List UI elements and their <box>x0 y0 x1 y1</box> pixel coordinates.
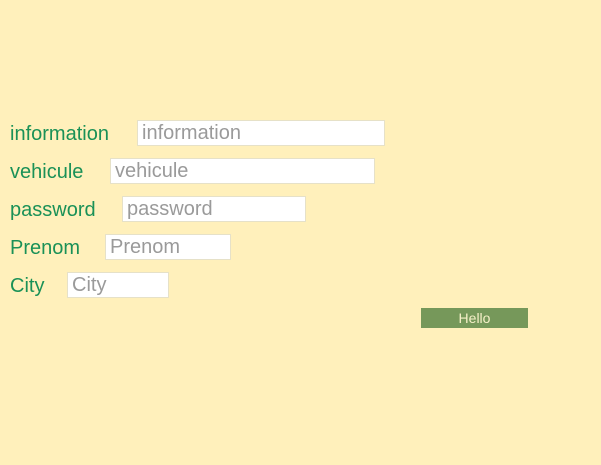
vehicule-label: vehicule <box>10 161 84 183</box>
city-label: City <box>10 275 45 297</box>
prenom-input[interactable] <box>105 234 231 260</box>
form-row-password: password <box>10 196 306 224</box>
form-row-vehicule: vehicule <box>10 158 375 186</box>
information-label: information <box>10 123 109 145</box>
prenom-label: Prenom <box>10 237 81 259</box>
form-row-prenom: Prenom <box>10 234 231 262</box>
form-row-information: information <box>10 120 385 148</box>
information-input[interactable] <box>137 120 385 146</box>
form-row-city: City <box>10 272 169 300</box>
hello-button[interactable]: Hello <box>421 308 528 328</box>
password-input[interactable] <box>122 196 306 222</box>
city-input[interactable] <box>67 272 169 298</box>
vehicule-input[interactable] <box>110 158 375 184</box>
password-label: password <box>10 199 96 221</box>
